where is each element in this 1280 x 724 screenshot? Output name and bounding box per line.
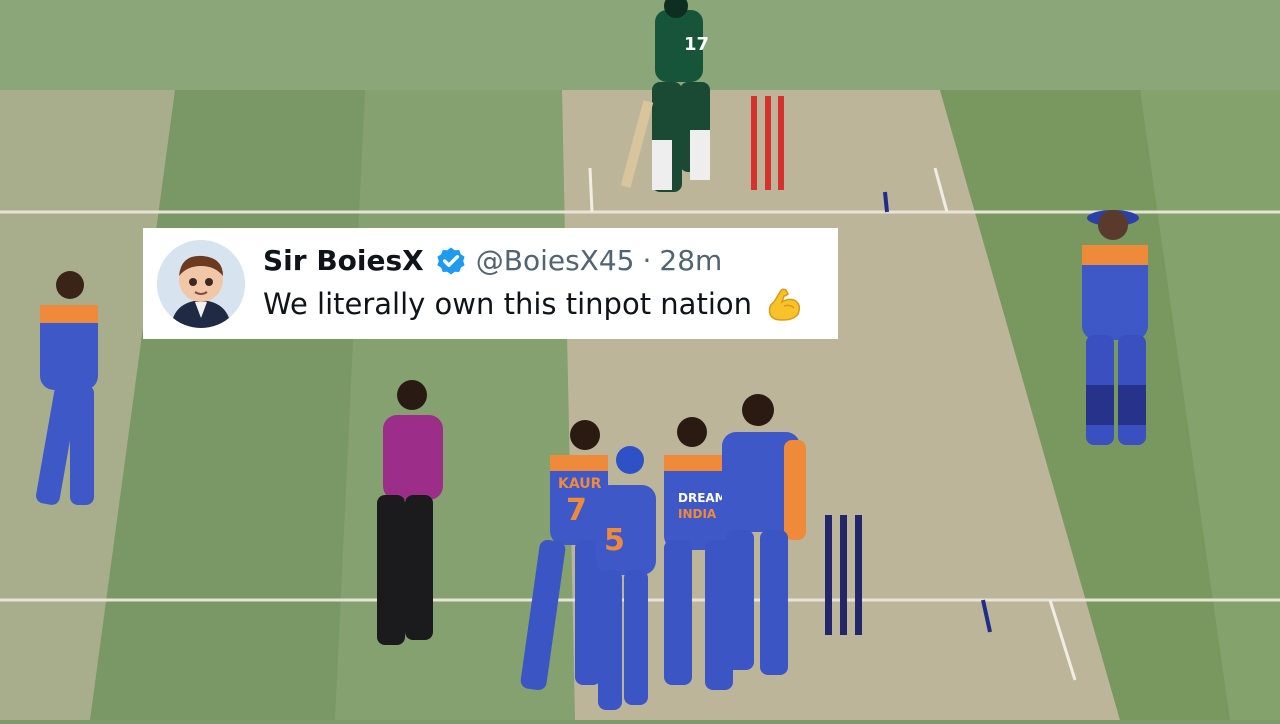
tweet-body: Sir BoiesX @BoiesX45 · 28m We literally … (263, 244, 804, 324)
cartoon-boss-baby-avatar-icon (157, 239, 245, 328)
timestamp[interactable]: 28m (659, 244, 722, 277)
batter-number: 17 (684, 34, 709, 55)
fielder-number: 5 (604, 523, 625, 558)
bowler-name: KAUR (558, 476, 602, 492)
stumps-near (825, 515, 862, 635)
verified-badge-icon (434, 244, 468, 278)
user-handle[interactable]: @BoiesX45 (476, 244, 635, 277)
separator-dot: · (642, 244, 652, 277)
display-name[interactable]: Sir BoiesX (263, 244, 424, 277)
stumps-far (751, 96, 784, 190)
avatar[interactable] (157, 239, 245, 328)
return-crease (588, 167, 594, 213)
tweet-text: We literally own this tinpot nation (263, 284, 804, 324)
tweet-card[interactable]: Sir BoiesX @BoiesX45 · 28m We literally … (143, 228, 838, 339)
tweet-text-content: We literally own this tinpot nation (263, 286, 752, 321)
jersey-team: INDIA (678, 507, 717, 521)
wide-marker (883, 191, 889, 213)
cricket-field-scene: 17 KAUR 7 5 DREAM11 INDIA (0, 0, 1280, 720)
bowler-number: 7 (566, 493, 587, 528)
cricket-photo: 17 KAUR 7 5 DREAM11 INDIA (0, 0, 1280, 720)
outfield-far (0, 0, 1280, 90)
tweet-header: Sir BoiesX @BoiesX45 · 28m (263, 244, 804, 278)
flexed-biceps-icon (764, 284, 804, 324)
